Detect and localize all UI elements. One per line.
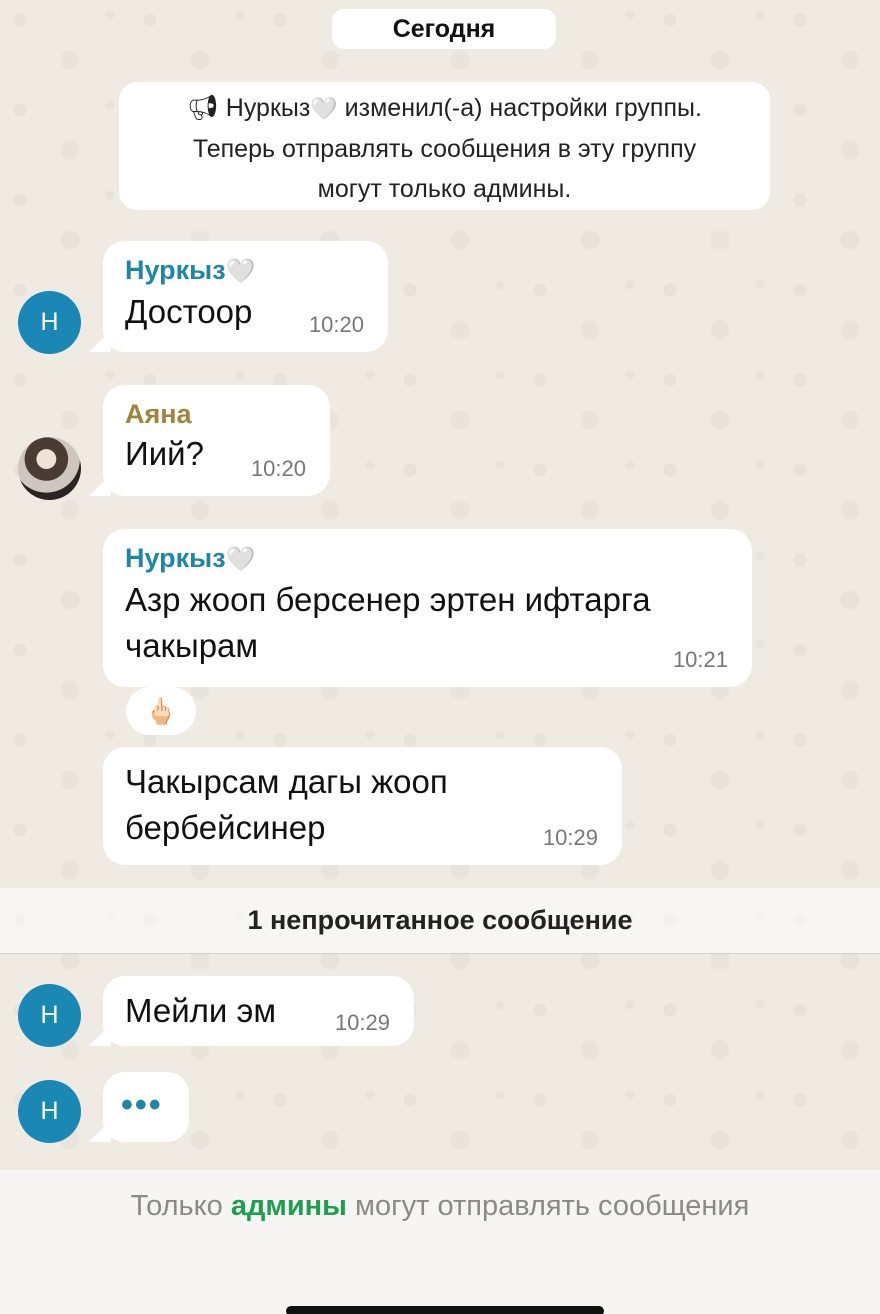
avatar-ayana[interactable] (18, 437, 81, 500)
white-heart-icon: 🤍 (225, 258, 256, 285)
system-message-line3: могут только админы. (317, 175, 572, 203)
message-bubble[interactable]: Мейли эм 10:29 (89, 976, 414, 1046)
message-text-line2: бербейсинер (125, 809, 326, 846)
avatar-nurkyz[interactable]: Н (18, 984, 81, 1047)
system-message-line2: Теперь отправлять сообщения в эту группу (192, 135, 697, 163)
sender-name[interactable]: Нуркыз🤍 (125, 253, 366, 289)
message-time: 10:20 (250, 456, 306, 481)
message-time: 10:20 (308, 312, 364, 337)
message-text-line2: чакырам (125, 627, 259, 664)
home-indicator[interactable] (286, 1306, 604, 1314)
sender-name-text: Нуркыз (125, 543, 226, 573)
message-bubble[interactable]: Аяна Иий? 10:20 (89, 385, 330, 496)
date-label: Сегодня (392, 14, 496, 43)
message-bubble[interactable]: Нуркыз🤍 Азр жооп берсенер эртен ифтарга … (103, 529, 752, 687)
unread-separator: 1 непрочитанное сообщение (0, 888, 880, 954)
white-heart-icon: 🤍 (225, 546, 256, 573)
system-message-line1: 📢︎ Нуркыз🤍 изменил(-а) настройки группы. (119, 88, 770, 129)
admin-only-footer: Только админы могут отправлять сообщения (0, 1170, 880, 1314)
white-heart-icon: 🤍 (310, 96, 338, 121)
system-message-line1-text: изменил(-а) настройки группы. (337, 94, 702, 122)
message-text-line1: Чакырсам дагы жооп (125, 763, 448, 800)
message-bubble[interactable]: Чакырсам дагы жооп бербейсинер 10:29 (103, 747, 622, 865)
message-time: 10:21 (672, 647, 728, 672)
sender-name[interactable]: Аяна (125, 397, 308, 431)
typing-dots-icon: ••• (121, 1086, 163, 1124)
footer-text-before: Только (130, 1190, 231, 1222)
middle-finger-emoji-icon: 🖕🏻 (144, 695, 178, 726)
avatar-nurkyz[interactable]: Н (18, 1080, 81, 1143)
reaction-badge[interactable]: 🖕🏻 (126, 687, 196, 735)
footer-text-after: могут отправлять сообщения (346, 1190, 750, 1222)
footer-notice: Только админы могут отправлять сообщения (0, 1190, 880, 1223)
date-separator: Сегодня (332, 9, 556, 49)
system-message: 📢︎ Нуркыз🤍 изменил(-а) настройки группы.… (119, 82, 770, 210)
unread-label: 1 непрочитанное сообщение (247, 905, 633, 935)
sender-name[interactable]: Нуркыз🤍 (125, 541, 730, 577)
typing-indicator: ••• (89, 1072, 189, 1142)
message-text-line1: Азр жооп берсенер эртен ифтарга (125, 581, 651, 618)
admins-link[interactable]: админы (231, 1190, 347, 1222)
sender-name-text: Нуркыз (125, 255, 226, 285)
megaphone-icon: 📢︎ (187, 94, 219, 122)
avatar-nurkyz[interactable]: Н (18, 291, 81, 354)
system-message-author: Нуркыз (225, 94, 311, 122)
message-bubble[interactable]: Нуркыз🤍 Достоор 10:20 (89, 241, 388, 352)
message-time: 10:29 (542, 825, 598, 850)
message-time: 10:29 (334, 1010, 390, 1035)
